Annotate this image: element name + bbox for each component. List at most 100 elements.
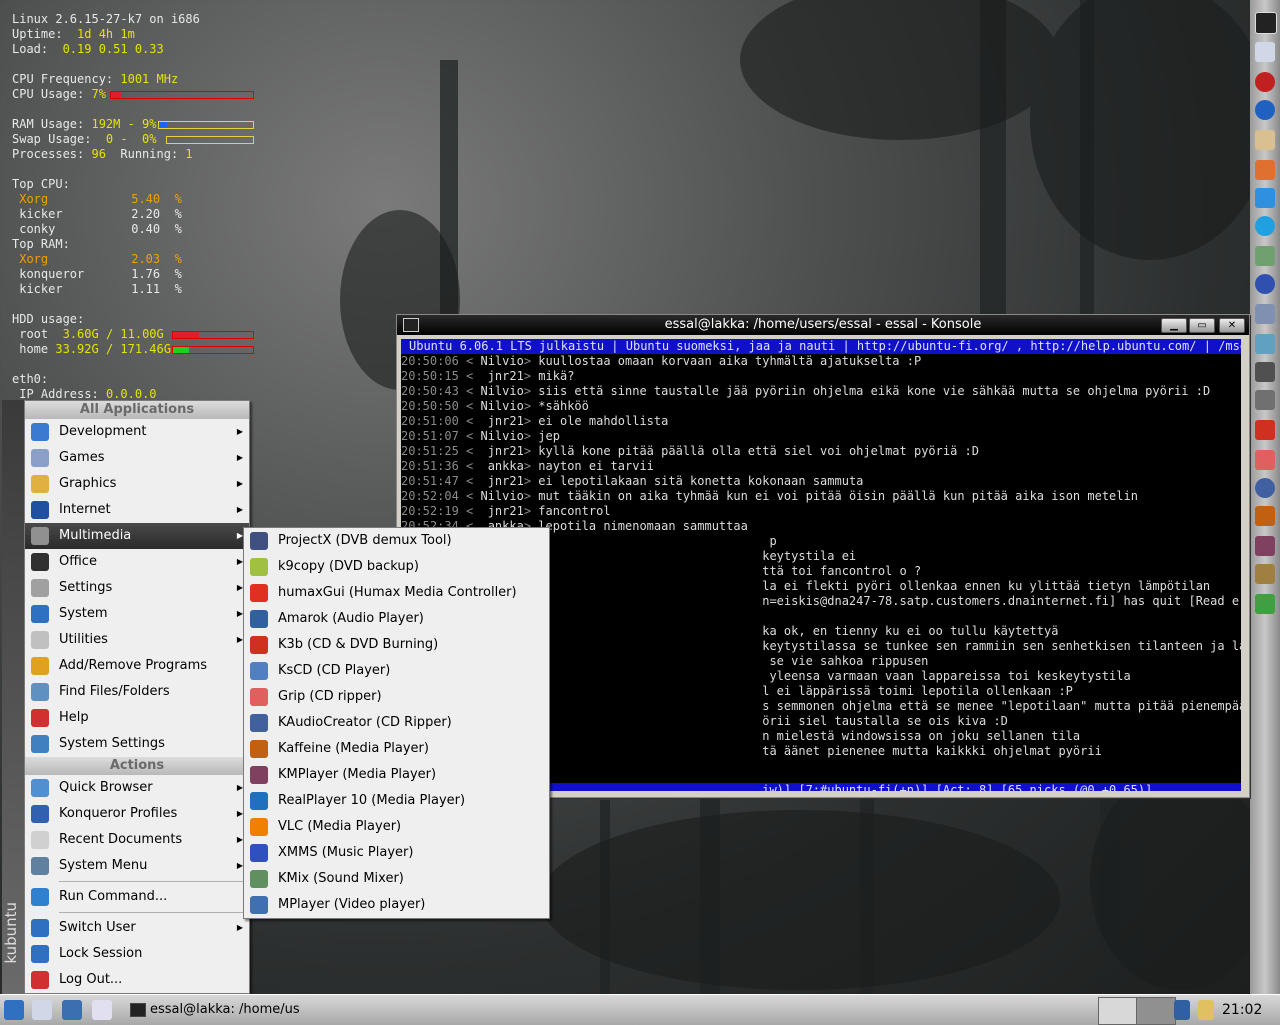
browser-icon[interactable] bbox=[1255, 274, 1275, 294]
menu-item-realplayer-10-media-player[interactable]: RealPlayer 10 (Media Player) bbox=[244, 788, 549, 814]
process-value: 0.40 % bbox=[131, 222, 182, 236]
conky-cpu-frequency: CPU Frequency: 1001 MHz bbox=[12, 72, 262, 87]
menu-item-humaxgui-humax-media-controller[interactable]: humaxGui (Humax Media Controller) bbox=[244, 580, 549, 606]
menu-item-kaudiocreator-cd-ripper[interactable]: KAudioCreator (CD Ripper) bbox=[244, 710, 549, 736]
vlc-icon[interactable] bbox=[1255, 564, 1275, 584]
message-text: siis että sinne taustalle jää pyöriin oh… bbox=[538, 384, 1211, 398]
task-button-konsole[interactable]: essal@lakka: /home/us bbox=[126, 997, 350, 1022]
menu-item-kaffeine-media-player[interactable]: Kaffeine (Media Player) bbox=[244, 736, 549, 762]
menu-item-label: MPlayer (Video player) bbox=[278, 897, 426, 912]
menu-item-kmix-sound-mixer[interactable]: KMix (Sound Mixer) bbox=[244, 866, 549, 892]
volume-icon[interactable] bbox=[1174, 1000, 1190, 1020]
terminal-icon[interactable] bbox=[1255, 12, 1277, 34]
menu-header-actions: Actions bbox=[25, 757, 249, 775]
process-name: konqueror bbox=[19, 267, 85, 281]
skype-icon[interactable] bbox=[1255, 216, 1275, 236]
menu-item-run-command[interactable]: Run Command... bbox=[25, 884, 249, 910]
network-icon[interactable] bbox=[1255, 42, 1275, 62]
nick: Nilvio bbox=[480, 354, 524, 368]
window-titlebar[interactable]: essal@lakka: /home/users/essal - essal -… bbox=[397, 315, 1249, 335]
menu-item-xmms-music-player[interactable]: XMMS (Music Player) bbox=[244, 840, 549, 866]
maximize-button[interactable]: ▭ bbox=[1189, 318, 1215, 333]
menu-item-find-files-folders[interactable]: Find Files/Folders bbox=[25, 679, 249, 705]
opera-icon[interactable] bbox=[1255, 72, 1275, 92]
menu-item-switch-user[interactable]: Switch User ▶ bbox=[25, 915, 249, 941]
menu-item-multimedia[interactable]: Multimedia ▶ bbox=[25, 523, 249, 549]
globe-icon[interactable] bbox=[1255, 100, 1275, 120]
menu-item-office[interactable]: Office ▶ bbox=[25, 549, 249, 575]
camera-icon[interactable] bbox=[1255, 390, 1275, 410]
nick-bracket: < bbox=[458, 369, 481, 383]
nick-bracket: > bbox=[523, 474, 539, 488]
show-desktop-icon[interactable] bbox=[32, 1000, 52, 1020]
irc-line: 20:51:07 < Nilvio> jep bbox=[401, 429, 1241, 444]
editor-icon[interactable] bbox=[1255, 304, 1275, 324]
close-button[interactable]: ✕ bbox=[1219, 318, 1245, 333]
hdd-name: home bbox=[19, 342, 49, 356]
nick: Nilvio bbox=[480, 489, 524, 503]
klipper-icon[interactable] bbox=[1198, 1000, 1214, 1020]
app-launcher-icon[interactable] bbox=[1255, 594, 1275, 614]
conky-top-ram-heading: Top RAM: bbox=[12, 237, 70, 251]
menu-item-mplayer-video-player[interactable]: MPlayer (Video player) bbox=[244, 892, 549, 918]
kmenu-button-icon[interactable] bbox=[4, 1000, 24, 1020]
menu-item-vlc-media-player[interactable]: VLC (Media Player) bbox=[244, 814, 549, 840]
menu-item-add-remove-programs[interactable]: Add/Remove Programs bbox=[25, 653, 249, 679]
menu-item-projectx-dvb-demux-tool[interactable]: ProjectX (DVB demux Tool) bbox=[244, 528, 549, 554]
bird-icon[interactable] bbox=[1255, 362, 1275, 382]
timestamp: 20:50:15 bbox=[401, 369, 459, 383]
clock[interactable]: 21:02 bbox=[1222, 995, 1262, 1025]
mail-icon[interactable] bbox=[1255, 130, 1275, 150]
kaffeine-icon bbox=[250, 740, 268, 758]
process-name: kicker bbox=[19, 282, 63, 296]
menu-item-amarok-audio-player[interactable]: Amarok (Audio Player) bbox=[244, 606, 549, 632]
conky-label: Running: bbox=[105, 147, 186, 161]
menu-item-help[interactable]: Help bbox=[25, 705, 249, 731]
menu-item-system-settings[interactable]: System Settings bbox=[25, 731, 249, 757]
grip-icon[interactable] bbox=[1255, 450, 1275, 470]
timestamp: 20:50:50 bbox=[401, 399, 459, 413]
kaudiocreator-icon[interactable] bbox=[1255, 478, 1275, 498]
message-text: ei ole mahdollista bbox=[538, 414, 669, 428]
menu-item-kscd-cd-player[interactable]: KsCD (CD Player) bbox=[244, 658, 549, 684]
minimize-button[interactable]: ▁ bbox=[1161, 318, 1187, 333]
menu-item-grip-cd-ripper[interactable]: Grip (CD ripper) bbox=[244, 684, 549, 710]
kaffeine-icon[interactable] bbox=[1255, 506, 1275, 526]
menu-item-lock-session[interactable]: Lock Session bbox=[25, 941, 249, 967]
menu-item-label: Konqueror Profiles bbox=[59, 806, 178, 821]
menu-item-k9copy-dvd-backup[interactable]: k9copy (DVD backup) bbox=[244, 554, 549, 580]
nick-bracket: < bbox=[458, 489, 481, 503]
menu-item-development[interactable]: Development ▶ bbox=[25, 419, 249, 445]
network-manager-icon[interactable] bbox=[1255, 246, 1275, 266]
desktop-pager-2[interactable] bbox=[1136, 997, 1176, 1025]
submenu-arrow-icon: ▶ bbox=[236, 479, 243, 488]
kopete-icon[interactable] bbox=[1255, 188, 1275, 208]
menu-item-internet[interactable]: Internet ▶ bbox=[25, 497, 249, 523]
konsole-app-icon[interactable] bbox=[403, 318, 419, 332]
menu-item-games[interactable]: Games ▶ bbox=[25, 445, 249, 471]
k3b-icon[interactable] bbox=[1255, 420, 1275, 440]
menu-item-log-out[interactable]: Log Out... bbox=[25, 967, 249, 993]
browser-launcher-icon[interactable] bbox=[92, 1000, 112, 1020]
menu-item-quick-browser[interactable]: Quick Browser ▶ bbox=[25, 775, 249, 801]
im-icon[interactable] bbox=[1255, 160, 1275, 180]
menu-item-kmplayer-media-player[interactable]: KMPlayer (Media Player) bbox=[244, 762, 549, 788]
menu-item-graphics[interactable]: Graphics ▶ bbox=[25, 471, 249, 497]
kscd-icon bbox=[250, 662, 268, 680]
menu-item-settings[interactable]: Settings ▶ bbox=[25, 575, 249, 601]
menu-item-k3b-cd-dvd-burning[interactable]: K3b (CD & DVD Burning) bbox=[244, 632, 549, 658]
conky-swap-usage: Swap Usage: 0 - 0% bbox=[12, 132, 262, 147]
timestamp: 20:51:47 bbox=[401, 474, 459, 488]
paint-icon[interactable] bbox=[1255, 334, 1275, 354]
quick-browser-icon bbox=[31, 779, 49, 797]
mplayer-icon bbox=[250, 896, 268, 914]
conky-net-heading: eth0: bbox=[12, 372, 49, 386]
menu-item-system-menu[interactable]: System Menu ▶ bbox=[25, 853, 249, 879]
menu-item-utilities[interactable]: Utilities ▶ bbox=[25, 627, 249, 653]
menu-item-recent-documents[interactable]: Recent Documents ▶ bbox=[25, 827, 249, 853]
desktop-pager-1[interactable] bbox=[1098, 997, 1138, 1025]
kmplayer-icon[interactable] bbox=[1255, 536, 1275, 556]
menu-item-konqueror-profiles[interactable]: Konqueror Profiles ▶ bbox=[25, 801, 249, 827]
menu-item-system[interactable]: System ▶ bbox=[25, 601, 249, 627]
home-folder-icon[interactable] bbox=[62, 1000, 82, 1020]
